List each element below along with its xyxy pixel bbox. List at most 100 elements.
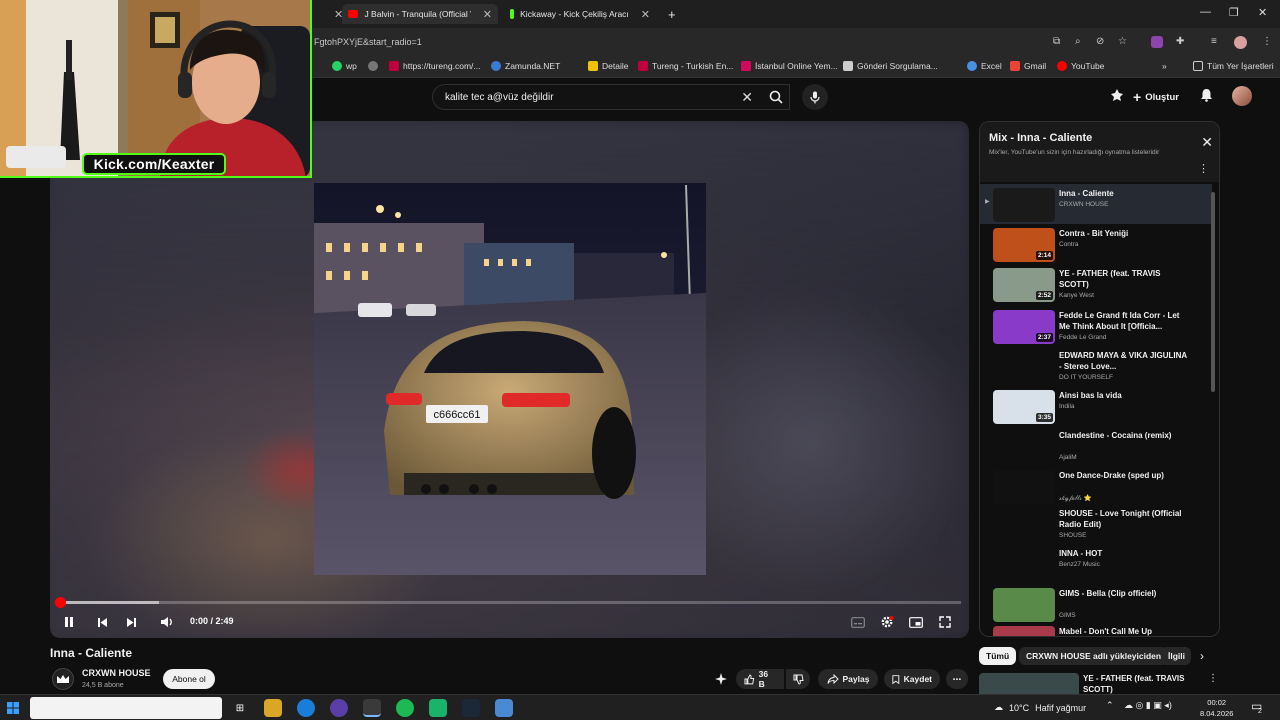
playlist-item-thumbnail[interactable] (993, 188, 1055, 222)
playlist-item[interactable]: 3:35 Ainsi bas la vida Indila (980, 386, 1212, 426)
more-vertical-icon[interactable]: ⋮ (1198, 162, 1209, 175)
playlist-item-title[interactable]: INNA - HOT (1059, 548, 1187, 559)
playlist-item-title[interactable]: Fedde Le Grand ft Ida Corr - Let Me Thin… (1059, 310, 1187, 332)
playlist-item-thumbnail[interactable] (993, 470, 1055, 504)
bookmark-istanbul[interactable]: İstanbul Online Yem... (741, 61, 838, 71)
playlist-item[interactable]: One Dance-Drake (sped up) 𝓈𝓀𝓎𝒻𝒶𝓁𝓁𝓈 ⭐ (980, 466, 1212, 506)
dislike-button[interactable] (786, 669, 810, 689)
clip-button[interactable] (710, 669, 732, 689)
next-button[interactable] (120, 611, 142, 633)
bookmark-youtube[interactable]: YouTube (1057, 61, 1104, 71)
subtitles-button[interactable] (847, 611, 869, 633)
puzzle-icon[interactable]: ✚ (1176, 36, 1184, 47)
playlist-item-thumbnail[interactable]: 2:52 (993, 268, 1055, 302)
playlist-item-title[interactable]: Clandestine - Cocaina (remix) (1059, 430, 1187, 441)
app-icon-2[interactable] (429, 699, 447, 717)
cast-icon[interactable] (1110, 88, 1124, 107)
chip-from-uploader[interactable]: CRXWN HOUSE adlı yükleyiciden (1019, 647, 1169, 665)
tab-youtube[interactable]: J Balvin - Tranquila (Official Vid... ✕ (342, 4, 498, 24)
user-avatar[interactable] (1232, 86, 1252, 106)
restore-icon[interactable]: ❐ (1229, 6, 1239, 19)
save-button[interactable]: Kaydet (884, 669, 940, 689)
playlist-item[interactable]: 2:52 YE - FATHER (feat. TRAVIS SCOTT) Kany… (980, 264, 1212, 304)
chrome-icon[interactable] (363, 699, 381, 717)
chevron-right-icon[interactable]: › (1200, 649, 1204, 663)
chip-related[interactable]: İlgili (1161, 647, 1191, 665)
progress-scrubber[interactable] (55, 597, 66, 608)
settings-button[interactable] (876, 611, 898, 633)
bookmark-detaile[interactable]: Detaile (588, 61, 628, 71)
channel-avatar[interactable] (52, 668, 74, 690)
playlist-item-title[interactable]: YE - FATHER (feat. TRAVIS SCOTT) (1059, 268, 1187, 290)
share-button[interactable]: Paylaş (818, 669, 878, 689)
playlist-item-title[interactable]: One Dance-Drake (sped up) (1059, 470, 1187, 481)
bookmark-wp[interactable]: wp (332, 61, 357, 71)
volume-button[interactable] (156, 611, 178, 633)
app-icon[interactable] (330, 699, 348, 717)
miniplayer-button[interactable] (905, 611, 927, 633)
install-icon[interactable]: ⧉ (1053, 36, 1060, 47)
taskbar-search[interactable] (30, 697, 222, 719)
playlist-item-title[interactable]: EDWARD MAYA & VIKA JIGULINA - Stereo Lov… (1059, 350, 1187, 372)
start-icon[interactable] (4, 699, 22, 717)
subscribe-button[interactable]: Abone ol (163, 669, 215, 689)
fullscreen-button[interactable] (934, 611, 956, 633)
bookmark-gonderi[interactable]: Gönderi Sorgulama... (843, 61, 938, 71)
bookmark-tureng-2[interactable]: Tureng - Turkish En... (638, 61, 733, 71)
eye-off-icon[interactable]: ⊘ (1096, 36, 1104, 47)
playlist-item-thumbnail[interactable] (993, 626, 1055, 636)
scrollbar[interactable] (1211, 192, 1215, 392)
chip-all[interactable]: Tümü (979, 647, 1017, 665)
spotify-icon[interactable] (396, 699, 414, 717)
tab-kickaway[interactable]: Kickaway - Kick Çekiliş Aracı ✕ (504, 4, 656, 24)
playlist-item[interactable]: GIMS - Bella (Clip officiel) GIMS (980, 584, 1212, 624)
playlist-item[interactable]: 2:37 Fedde Le Grand ft Ida Corr - Let Me … (980, 306, 1212, 346)
bookmark-gmail[interactable]: Gmail (1010, 61, 1046, 71)
playlist-item-thumbnail[interactable] (993, 350, 1055, 384)
url-text[interactable]: FgtohPXYjE&start_radio=1 (314, 37, 422, 47)
mix-title[interactable]: Mix - Inna - Caliente (989, 132, 1092, 144)
playlist-item[interactable]: SHOUSE - Love Tonight (Official Radio Ed… (980, 504, 1212, 544)
kebab-menu-icon[interactable]: ⋮ (1262, 36, 1272, 47)
all-bookmarks[interactable]: Tüm Yer İşaretleri (1193, 61, 1274, 71)
menu-lines-icon[interactable]: ≡ (1211, 36, 1217, 47)
playlist-item-thumbnail[interactable]: 2:37 (993, 310, 1055, 344)
bookmark-tureng-1[interactable]: https://tureng.com/... (389, 61, 480, 71)
search-query[interactable]: kalite tec a@vüz değildir (445, 92, 554, 103)
previous-button[interactable] (91, 611, 113, 633)
more-vertical-icon[interactable]: ⋮ (1208, 673, 1218, 684)
playlist-item-thumbnail[interactable] (993, 588, 1055, 622)
profile-icon[interactable] (1234, 36, 1247, 49)
tray-icons[interactable]: ☁ ◎ ▮ ▣ ◂) (1124, 700, 1172, 711)
next-video-title[interactable]: YE - FATHER (feat. TRAVIS SCOTT) (1083, 673, 1193, 695)
zoom-icon[interactable]: ⌕ (1075, 36, 1081, 47)
playlist-item-title[interactable]: Inna - Caliente (1059, 188, 1187, 199)
playlist-item-thumbnail[interactable] (993, 548, 1055, 582)
bookmark-globe[interactable] (368, 61, 378, 71)
playlist-item-thumbnail[interactable]: 2:14 (993, 228, 1055, 262)
app-icon-3[interactable] (495, 699, 513, 717)
playlist-item[interactable]: INNA - HOT Benz27 Music (980, 544, 1212, 584)
close-icon[interactable]: ✕ (483, 8, 492, 21)
bookmark-zamunda[interactable]: Zamunda.NET (491, 61, 560, 71)
playlist-item-title[interactable]: Mabel - Don't Call Me Up (1059, 626, 1187, 636)
channel-name[interactable]: CRXWN HOUSE (82, 668, 151, 678)
close-icon[interactable]: ✕ (641, 8, 650, 21)
clock[interactable]: 00:02 8.04.2026 (1200, 697, 1233, 719)
bookmark-excel[interactable]: Excel (967, 61, 1002, 71)
edge-icon[interactable] (297, 699, 315, 717)
playlist-item-thumbnail[interactable] (993, 508, 1055, 542)
playlist-item[interactable]: EDWARD MAYA & VIKA JIGULINA - Stereo Lov… (980, 346, 1212, 386)
playlist-item-title[interactable]: Ainsi bas la vida (1059, 390, 1187, 401)
notification-icon[interactable]: ▭ 2 (1251, 699, 1262, 715)
playlist-item-title[interactable]: GIMS - Bella (Clip officiel) (1059, 588, 1187, 599)
task-view-icon[interactable]: ⊞ (231, 699, 249, 717)
playlist-item[interactable]: Clandestine - Cocaina (remix) AjaliM (980, 426, 1212, 466)
playlist-item-thumbnail[interactable] (993, 430, 1055, 464)
close-window-icon[interactable]: ✕ (1258, 6, 1267, 19)
bell-icon[interactable] (1200, 88, 1213, 107)
search-button[interactable] (760, 84, 792, 110)
file-explorer-icon[interactable] (264, 699, 282, 717)
chevron-up-icon[interactable]: ⌃ (1106, 700, 1114, 711)
progress-bar[interactable] (55, 597, 961, 608)
